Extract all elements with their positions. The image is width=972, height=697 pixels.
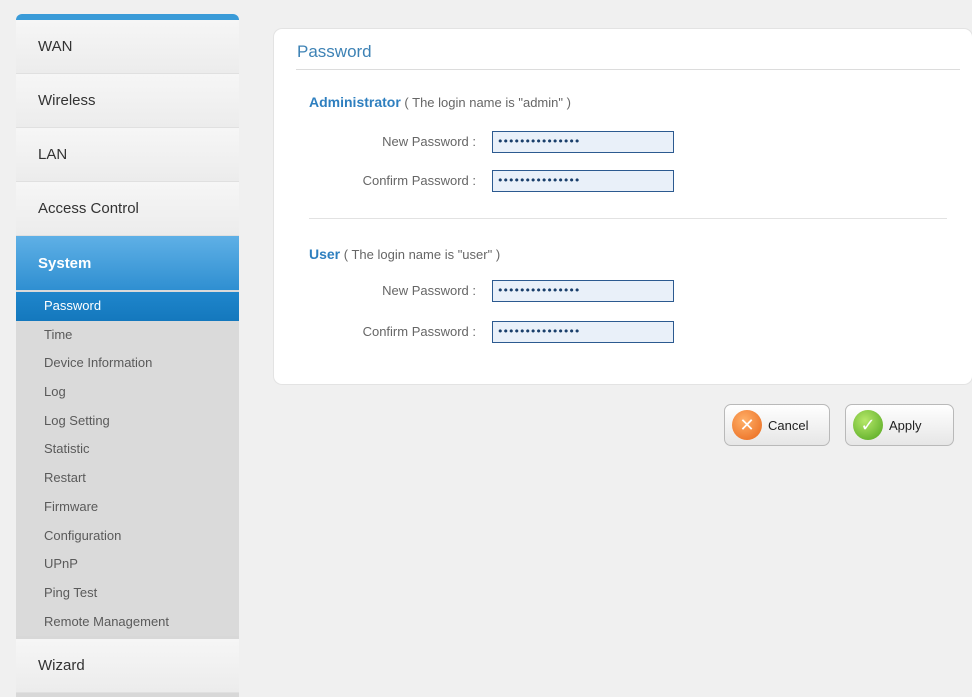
user-new-password-row: New Password : ••••••••••••••• [274,280,972,304]
menu-access-control[interactable]: Access Control [16,182,239,236]
user-confirm-password-row: Confirm Password : ••••••••••••••• [274,321,972,345]
submenu-statistic[interactable]: Statistic [16,435,239,464]
user-confirm-password-label: Confirm Password : [362,324,476,339]
menu-wireless[interactable]: Wireless [16,74,239,128]
menu-system[interactable]: System [16,236,239,290]
admin-note: ( The login name is "admin" ) [404,95,571,110]
check-circle-icon: ✓ [853,410,883,440]
admin-section-heading: Administrator ( The login name is "admin… [309,94,571,110]
user-confirm-password-input[interactable]: ••••••••••••••• [492,321,674,343]
admin-heading: Administrator [309,94,401,110]
menu-wan[interactable]: WAN [16,20,239,74]
user-section-heading: User ( The login name is "user" ) [309,246,500,262]
submenu-upnp[interactable]: UPnP [16,550,239,579]
cancel-button[interactable]: ✕ Cancel [724,404,830,446]
menu-wizard[interactable]: Wizard [16,639,239,694]
submenu-time[interactable]: Time [16,321,239,350]
apply-button[interactable]: ✓ Apply [845,404,954,446]
submenu-device-information[interactable]: Device Information [16,349,239,378]
x-circle-icon: ✕ [732,410,762,440]
user-new-password-input[interactable]: ••••••••••••••• [492,280,674,302]
sidebar: WAN Wireless LAN Access Control System P… [16,14,239,697]
submenu-configuration[interactable]: Configuration [16,522,239,551]
user-new-password-label: New Password : [382,283,476,298]
page-title: Password [297,42,372,61]
submenu-firmware[interactable]: Firmware [16,493,239,522]
admin-confirm-password-input[interactable]: ••••••••••••••• [492,170,674,192]
submenu-log-setting[interactable]: Log Setting [16,407,239,436]
admin-new-password-row: New Password : ••••••••••••••• [274,131,972,155]
submenu-password[interactable]: Password [16,292,239,321]
admin-new-password-input[interactable]: ••••••••••••••• [492,131,674,153]
submenu-restart[interactable]: Restart [16,464,239,493]
title-divider [296,69,960,70]
submenu-log[interactable]: Log [16,378,239,407]
menu-lan[interactable]: LAN [16,128,239,182]
cancel-label: Cancel [768,417,809,433]
admin-confirm-password-label: Confirm Password : [362,173,476,188]
submenu-remote-management[interactable]: Remote Management [16,608,239,637]
apply-label: Apply [889,417,922,433]
user-heading: User [309,246,341,262]
admin-confirm-password-row: Confirm Password : ••••••••••••••• [274,170,972,194]
password-panel: Password Administrator ( The login name … [274,29,972,384]
admin-new-password-label: New Password : [382,134,476,149]
section-divider [309,218,947,219]
submenu-ping-test[interactable]: Ping Test [16,579,239,608]
system-submenu: Password Time Device Information Log Log… [16,290,239,637]
user-note: ( The login name is "user" ) [343,247,501,262]
